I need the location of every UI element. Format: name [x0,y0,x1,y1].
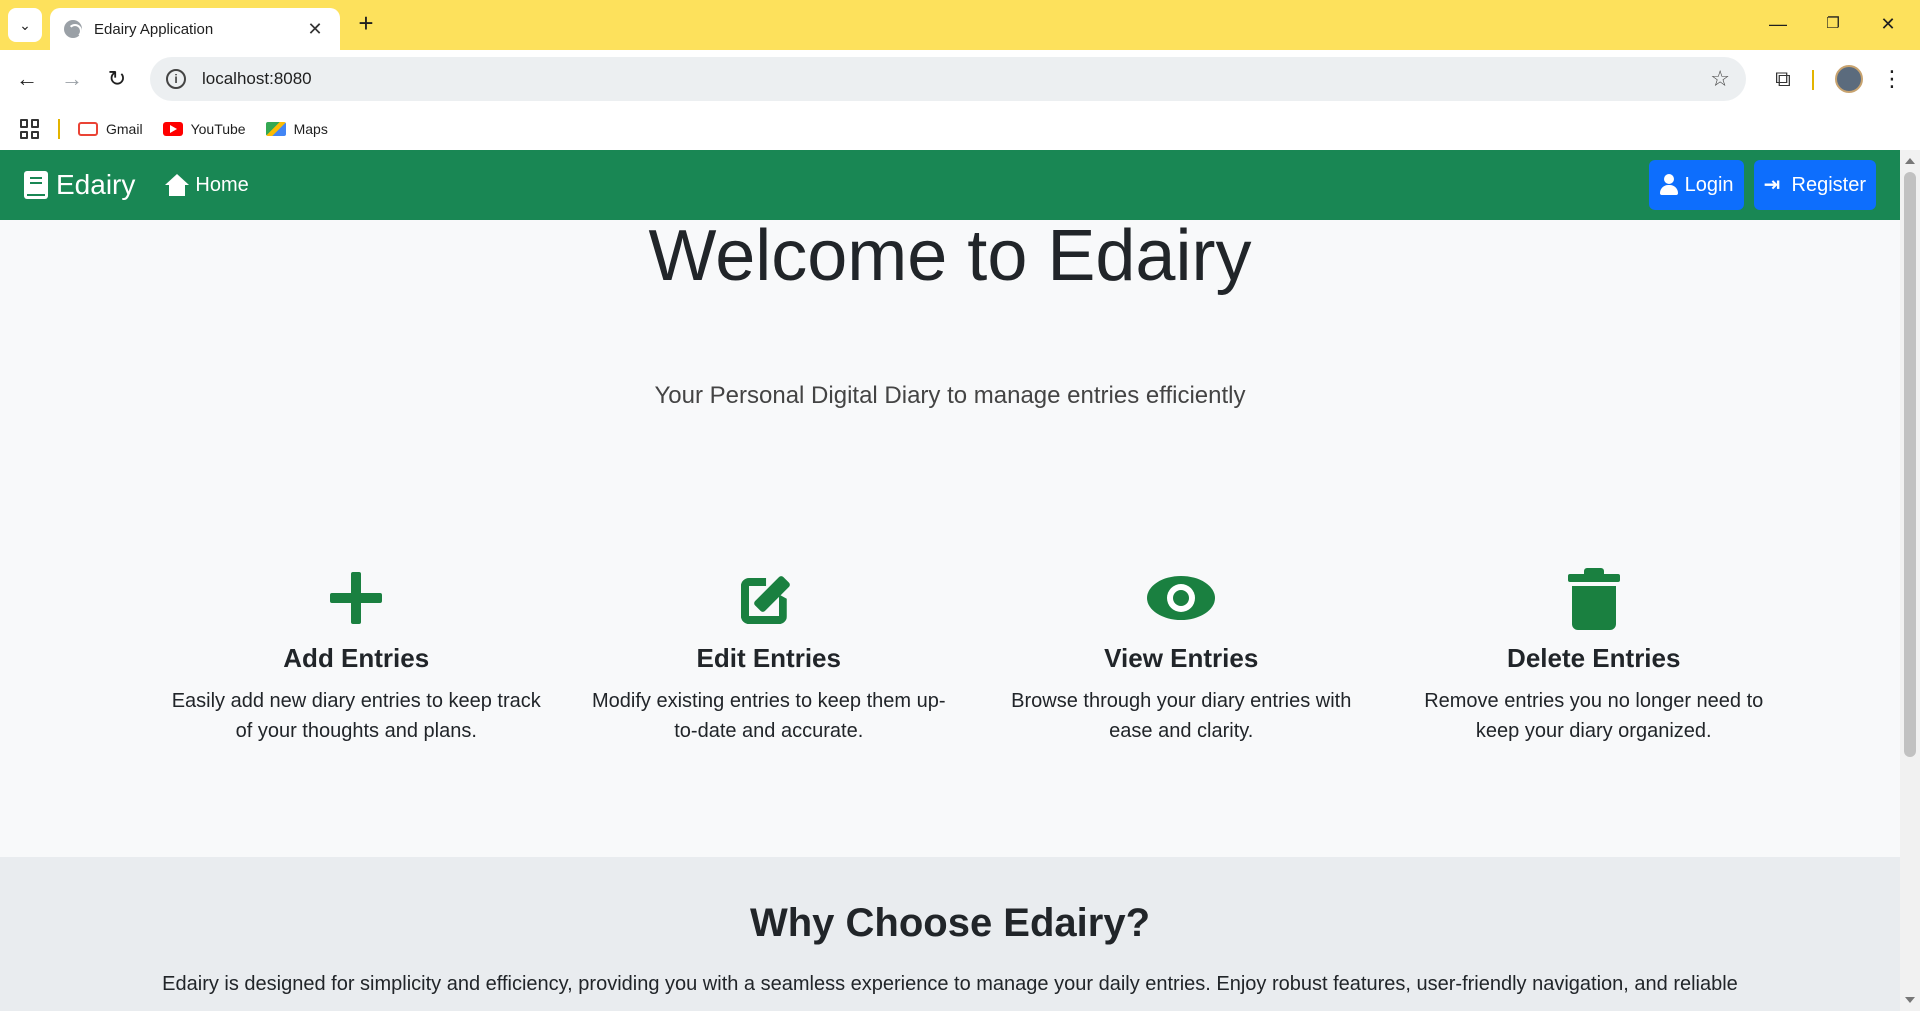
reload-button[interactable]: ↻ [102,64,132,94]
feature-edit: Edit Entries Modify existing entries to … [563,568,976,768]
features-row: Add Entries Easily add new diary entries… [150,568,1800,768]
feature-description: Easily add new diary entries to keep tra… [171,690,541,742]
feature-title: Edit Entries [696,643,841,673]
plus-icon [326,568,386,628]
youtube-icon [162,122,183,136]
feature-view: View Entries Browse through your diary e… [975,568,1388,768]
url-text[interactable]: localhost:8080 [202,69,1710,89]
feature-description: Modify existing entries to keep them up-… [591,690,946,742]
brand-link[interactable]: Edairy [24,169,135,201]
edit-icon [739,568,799,628]
site-info-icon[interactable]: i [166,69,186,89]
trash-icon [1564,568,1624,630]
tab-search-button[interactable]: ⌄ [8,8,42,42]
apps-grid-icon[interactable] [20,119,40,139]
home-icon [165,174,190,196]
bookmarks-divider [58,119,60,139]
minimize-button[interactable]: — [1758,10,1798,38]
hero-title: Welcome to Edairy [648,216,1252,296]
eye-icon [1147,568,1216,628]
tab-title: Edairy Application [94,20,214,38]
tab-close-icon[interactable]: ✕ [304,19,326,40]
why-section: Why Choose Edairy? Edairy is designed fo… [0,857,1900,1011]
why-text: Edairy is designed for simplicity and ef… [162,973,1738,995]
bookmark-maps[interactable]: Maps [265,121,328,137]
back-button[interactable]: ← [12,64,42,94]
bookmark-youtube[interactable]: YouTube [162,121,246,137]
register-button[interactable]: ⇥ Register [1753,160,1876,210]
browser-tabstrip: ⌄ Edairy Application ✕ + — ❐ ✕ [0,0,1920,50]
toolbar-divider [1812,70,1814,90]
window-close-button[interactable]: ✕ [1868,10,1908,38]
restore-button[interactable]: ❐ [1813,10,1853,38]
feature-description: Remove entries you no longer need to kee… [1424,690,1764,742]
bookmark-star-icon[interactable]: ☆ [1710,66,1730,92]
profile-avatar[interactable] [1835,65,1863,93]
bookmark-label: Maps [293,121,328,137]
address-bar[interactable]: i localhost:8080 ☆ [150,57,1746,101]
feature-description: Browse through your diary entries with e… [1011,690,1352,742]
forward-button[interactable]: → [57,64,87,94]
nav-home-label: Home [195,173,249,196]
sign-in-icon: ⇥ [1763,174,1781,196]
book-icon [24,171,48,199]
why-title: Why Choose Edairy? [749,901,1151,945]
maps-icon [265,122,286,136]
bookmark-label: Gmail [106,121,143,137]
browser-tab[interactable]: Edairy Application ✕ [50,8,340,50]
feature-add: Add Entries Easily add new diary entries… [150,568,563,768]
app-navbar: Edairy Home Login ⇥ Register [0,150,1900,220]
gmail-icon [78,122,98,136]
scroll-up-icon[interactable] [1905,158,1915,164]
page-scrollbar[interactable] [1900,150,1920,1011]
user-icon [1659,174,1679,196]
bookmark-gmail[interactable]: Gmail [78,121,143,137]
browser-menu-icon[interactable]: ⋮ [1880,64,1904,94]
page-viewport: Edairy Home Login ⇥ Register Welcome to … [0,150,1900,1011]
register-label: Register [1791,173,1866,196]
feature-title: View Entries [1104,643,1259,673]
feature-title: Delete Entries [1507,643,1681,673]
new-tab-button[interactable]: + [352,10,380,38]
login-label: Login [1684,173,1734,196]
globe-icon [64,20,82,38]
scroll-down-icon[interactable] [1905,997,1915,1003]
feature-title: Add Entries [283,643,430,673]
browser-toolbar: ← → ↻ i localhost:8080 ☆ ⧉ ⋮ [0,50,1920,108]
login-button[interactable]: Login [1648,160,1744,210]
nav-home-link[interactable]: Home [165,173,249,197]
brand-name: Edairy [56,169,136,200]
bookmark-label: YouTube [190,121,246,137]
scroll-thumb[interactable] [1904,172,1916,757]
feature-delete: Delete Entries Remove entries you no lon… [1388,568,1801,768]
extensions-icon[interactable]: ⧉ [1768,64,1798,94]
hero-subtitle: Your Personal Digital Diary to manage en… [654,382,1246,409]
chevron-down-icon: ⌄ [19,16,31,33]
bookmarks-bar: Gmail YouTube Maps [0,108,1920,150]
auth-buttons: Login ⇥ Register [1648,160,1876,210]
